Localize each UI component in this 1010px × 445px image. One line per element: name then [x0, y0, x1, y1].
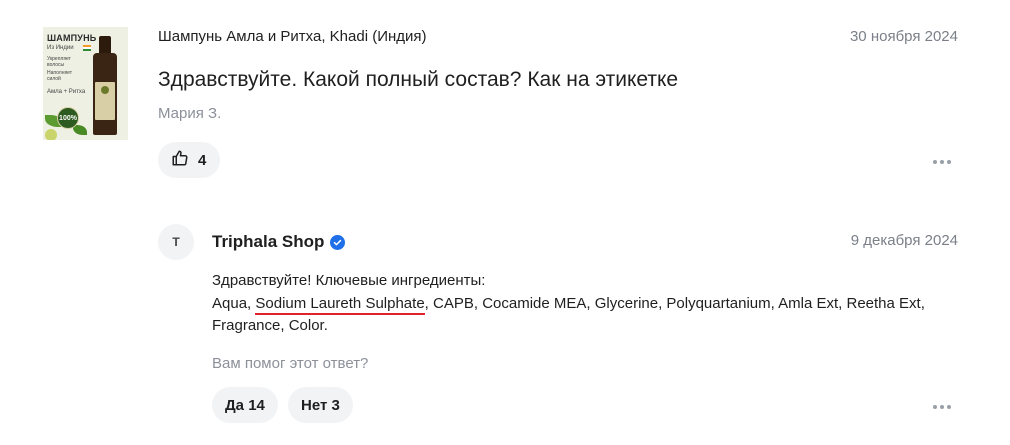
vote-yes-button[interactable]: Да 14: [212, 387, 278, 423]
question-more-menu-icon[interactable]: [933, 156, 951, 168]
thumbnail-origin: Из Индии: [47, 45, 74, 51]
answer-date: 9 декабря 2024: [850, 232, 958, 249]
thumbnail-title: ШАМПУНЬ: [47, 33, 97, 43]
thumbnail-line4: силой: [47, 76, 61, 82]
shop-avatar: T: [158, 224, 194, 260]
amla-fruit-decoration: [45, 129, 57, 140]
question-author: Мария З.: [158, 105, 222, 122]
thumbnail-badge: 100%: [57, 107, 79, 129]
ingredient-highlighted: Sodium Laureth Sulphate: [255, 294, 425, 315]
answer-greeting: Здравствуйте! Ключевые ингредиенты:: [212, 272, 486, 289]
thumbs-up-icon: [171, 149, 189, 172]
helpful-question: Вам помог этот ответ?: [212, 355, 369, 372]
leaf-decoration: [73, 125, 87, 135]
ingredients-before: Aqua,: [212, 294, 256, 312]
thumbnail-line2: волосы: [47, 62, 65, 68]
like-button[interactable]: 4: [158, 142, 221, 178]
product-thumbnail[interactable]: ШАМПУНЬ Из Индии Укрепляет волосы Наполн…: [43, 27, 128, 140]
verified-check-icon: [330, 234, 346, 250]
thumbnail-variant: Амла + Ритха: [47, 89, 86, 95]
question-text: Здравствуйте. Какой полный состав? Как н…: [158, 68, 679, 91]
product-title[interactable]: Шампунь Амла и Ритха, Khadi (Индия): [158, 28, 427, 45]
answer-more-menu-icon[interactable]: [933, 401, 951, 413]
answer-ingredients: Aqua, Sodium Laureth Sulphate, CAPB, Coc…: [212, 293, 957, 338]
shop-name-row[interactable]: Triphala Shop: [212, 232, 346, 252]
india-flag-icon: [83, 45, 91, 51]
vote-no-button[interactable]: Нет 3: [288, 387, 353, 423]
answer-text: Здравствуйте! Ключевые ингредиенты: Aqua…: [212, 270, 957, 338]
bottle-label: [95, 82, 115, 120]
like-count: 4: [198, 151, 207, 169]
shop-name[interactable]: Triphala Shop: [212, 232, 324, 252]
question-date: 30 ноября 2024: [849, 28, 958, 45]
